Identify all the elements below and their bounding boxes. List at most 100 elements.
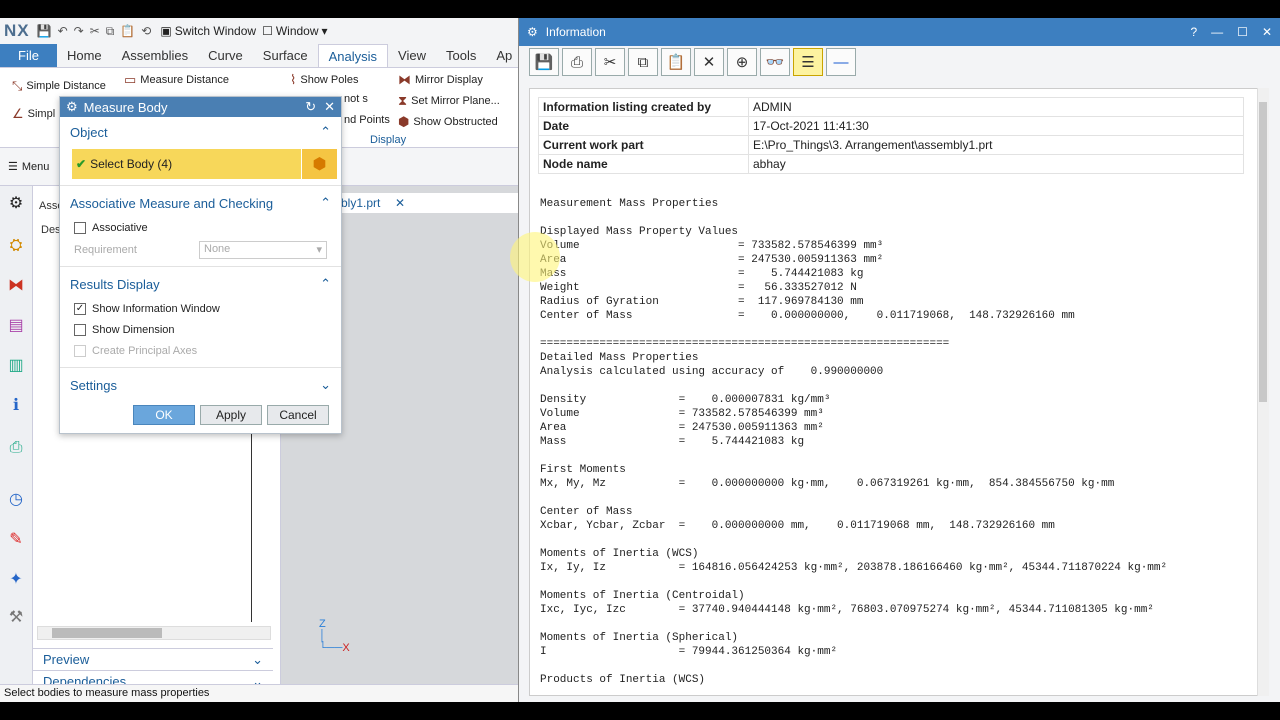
scroll-thumb[interactable] <box>52 628 162 638</box>
set-mirror-plane-button[interactable]: ⧗ Set Mirror Plane... <box>398 93 500 109</box>
tab-view[interactable]: View <box>388 44 436 67</box>
requirement-row: Requirement None ▾ <box>60 240 341 260</box>
table-row: Information listing created by ADMIN <box>538 97 1244 117</box>
web-browser-icon[interactable]: ℹ <box>4 394 28 418</box>
poles-icon: ⌇ <box>290 72 297 87</box>
process-studio-icon[interactable]: ✦ <box>4 568 28 592</box>
constraint-navigator-icon[interactable]: ⧓ <box>4 274 28 298</box>
repeat-command-icon[interactable]: ⟲ <box>141 24 151 38</box>
apply-button[interactable]: Apply <box>200 405 262 425</box>
select-body-label: Select Body (4) <box>90 157 173 171</box>
copy-icon[interactable]: ⧉ <box>106 24 115 39</box>
tab-application[interactable]: Ap <box>486 44 522 67</box>
show-dimension-row[interactable]: Show Dimension <box>60 320 341 340</box>
copy-icon[interactable]: ⧉ <box>628 48 658 76</box>
simple-angle-button[interactable]: ∠ Simpl <box>12 106 55 122</box>
palette-icon[interactable]: ✎ <box>4 528 28 552</box>
display-group-label: Display <box>370 134 407 146</box>
minimize-icon[interactable]: — <box>1211 25 1223 39</box>
ruler-icon: ▭ <box>124 72 137 87</box>
show-poles-button[interactable]: ⌇ Show Poles <box>290 72 358 88</box>
close-icon[interactable]: ✕ <box>324 99 335 115</box>
paste-icon[interactable]: 📋 <box>661 48 691 76</box>
select-body-row[interactable]: ✔ Select Body (4) ⬢ <box>72 149 337 179</box>
info-content[interactable]: Information listing created by ADMIN Date… <box>529 88 1267 696</box>
results-section-header[interactable]: Results Display ⌃ <box>60 273 341 295</box>
show-end-points-button[interactable]: nd Points <box>344 114 390 126</box>
tab-tools[interactable]: Tools <box>436 44 486 67</box>
dropdown-arrow-icon: ▾ <box>316 244 322 256</box>
chevron-down-icon: ⌄ <box>320 377 331 392</box>
save-icon[interactable]: 💾 <box>37 24 52 38</box>
save-as-icon[interactable]: 💾 <box>529 48 559 76</box>
reuse-library-icon[interactable]: ▥ <box>4 354 28 378</box>
assembly-navigator-icon[interactable]: ⛭ <box>4 234 28 258</box>
close-icon[interactable]: ✕ <box>1262 25 1272 39</box>
reset-icon[interactable]: ↻ <box>305 99 316 115</box>
solid-body-icon[interactable]: ⬢ <box>301 149 337 179</box>
cancel-button[interactable]: Cancel <box>267 405 329 425</box>
undo-icon[interactable]: ↶ <box>58 24 68 38</box>
show-dimension-checkbox[interactable] <box>74 324 86 336</box>
window-menu-button[interactable]: ☐ Window ▾ <box>262 24 327 38</box>
scroll-thumb[interactable] <box>1259 102 1267 402</box>
roles-icon[interactable]: ⚒ <box>4 606 28 630</box>
cut-icon[interactable]: ✂ <box>595 48 625 76</box>
ok-button[interactable]: OK <box>133 405 195 425</box>
switch-window-button[interactable]: ▣ Switch Window <box>160 24 256 38</box>
word-wrap-icon[interactable]: ☰ <box>793 48 823 76</box>
distance-icon: ⤡ <box>12 78 23 93</box>
collapse-icon[interactable]: — <box>826 48 856 76</box>
tab-curve[interactable]: Curve <box>198 44 253 67</box>
measure-body-dialog: ⚙ Measure Body ↻ ✕ Object ⌃ ✔ Select Body… <box>59 96 342 434</box>
object-section-header[interactable]: Object ⌃ <box>60 121 341 143</box>
requirement-label: Requirement <box>74 244 137 256</box>
info-title: Information <box>545 25 606 39</box>
measure-distance-button[interactable]: ▭ Measure Distance <box>124 72 229 88</box>
find-icon[interactable]: ⊕ <box>727 48 757 76</box>
close-tab-icon[interactable]: ✕ <box>395 196 405 210</box>
redo-icon[interactable]: ↷ <box>74 24 84 38</box>
print-icon[interactable]: ⎙ <box>562 48 592 76</box>
settings-section-header[interactable]: Settings ⌄ <box>60 374 341 396</box>
mirror-display-button[interactable]: ⧓ Mirror Display <box>398 72 483 88</box>
simple-distance-button[interactable]: ⤡ Simple Distance <box>12 78 106 94</box>
part-tab[interactable]: bly1.prt <box>341 196 380 210</box>
tab-surface[interactable]: Surface <box>253 44 318 67</box>
history-icon[interactable]: ⎙ <box>4 436 28 460</box>
cut-icon[interactable]: ✂ <box>90 24 100 38</box>
show-info-checkbox[interactable]: ✓ <box>74 303 86 315</box>
show-info-row[interactable]: ✓ Show Information Window <box>60 299 341 319</box>
maximize-icon[interactable]: ☐ <box>1237 25 1248 39</box>
delete-icon[interactable]: ✕ <box>694 48 724 76</box>
associative-section-header[interactable]: Associative Measure and Checking ⌃ <box>60 192 341 214</box>
part-navigator-icon[interactable]: ▤ <box>4 314 28 338</box>
dialog-title-bar: ⚙ Measure Body ↻ ✕ <box>60 97 341 117</box>
tab-file[interactable]: File <box>0 44 57 67</box>
settings-gear-icon[interactable]: ⚙ <box>4 192 28 216</box>
associative-checkbox-row[interactable]: Associative <box>60 218 341 238</box>
principal-axes-row: Create Principal Axes <box>60 341 341 361</box>
paste-icon[interactable]: 📋 <box>120 24 135 38</box>
status-bar: Select bodies to measure mass properties <box>0 684 520 702</box>
tab-assemblies[interactable]: Assemblies <box>112 44 198 67</box>
menu-icon: ☰ <box>8 161 18 173</box>
help-icon[interactable]: ? <box>1190 25 1197 39</box>
tab-analysis[interactable]: Analysis <box>317 44 389 67</box>
chevron-up-icon: ⌃ <box>320 276 331 291</box>
info-toolbar: 💾 ⎙ ✂ ⧉ 📋 ✕ ⊕ 👓 ☰ — <box>519 46 1280 78</box>
menu-button[interactable]: ☰ Menu <box>8 160 49 174</box>
ribbon-tabs: File Home Assemblies Curve Surface Analy… <box>0 44 520 68</box>
preview-section[interactable]: Preview ⌄ <box>33 648 273 670</box>
show-obstructed-button[interactable]: ⬢ Show Obstructed <box>398 114 498 130</box>
horizontal-scrollbar[interactable] <box>37 626 271 640</box>
associative-checkbox[interactable] <box>74 222 86 234</box>
info-title-bar: ⚙ Information ? — ☐ ✕ <box>519 18 1280 46</box>
table-row: Current work part E:\Pro_Things\3. Arrang… <box>538 135 1244 155</box>
mass-properties-listing: Measurement Mass Properties Displayed Ma… <box>540 198 1168 686</box>
table-row: Node name abhay <box>538 154 1244 174</box>
tab-home[interactable]: Home <box>57 44 112 67</box>
find-next-icon[interactable]: 👓 <box>760 48 790 76</box>
show-knots-button[interactable]: not s <box>344 93 368 105</box>
clock-icon[interactable]: ◷ <box>4 488 28 512</box>
